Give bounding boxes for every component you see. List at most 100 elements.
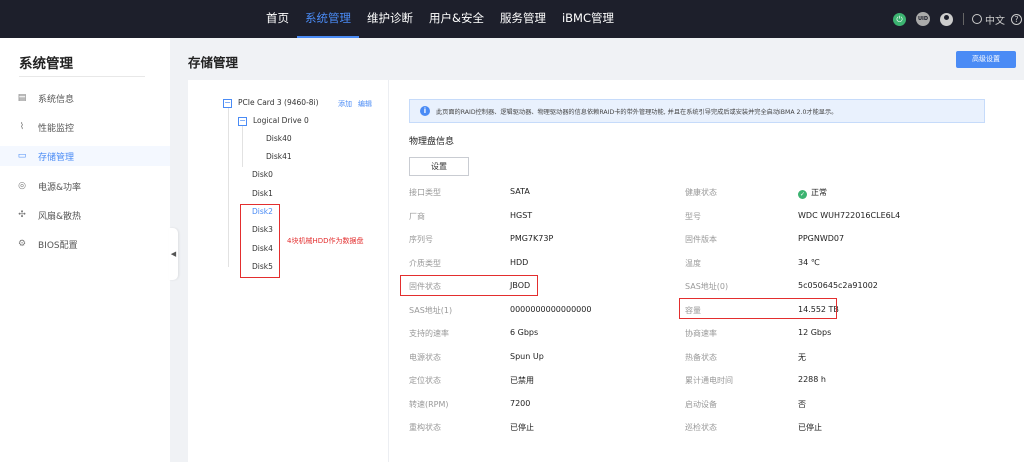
prop-value: 已禁用: [510, 376, 534, 385]
user-icon[interactable]: [940, 12, 953, 26]
prop-value: 34 ℃: [798, 258, 820, 267]
tree-node-logical-drive[interactable]: Logical Drive 0: [253, 116, 309, 125]
sidebar-item-storage[interactable]: ▭ 存储管理: [0, 146, 170, 166]
prop-label: 支持的速率: [409, 329, 449, 338]
top-nav: 首页 系统管理 维护诊断 用户&安全 服务管理 iBMC管理: [258, 0, 622, 38]
tree-node-controller[interactable]: PCIe Card 3 (9460-8i): [238, 98, 319, 107]
prop-label: SAS地址(1): [409, 306, 453, 315]
power-supply-icon: ◎: [18, 181, 26, 191]
sidebar: 系统管理 ▤ 系统信息 ⌇ 性能监控 ▭ 存储管理 ◎ 电源&功率 ✣ 风扇&散…: [0, 38, 170, 462]
nav-ibmc-management[interactable]: iBMC管理: [554, 0, 622, 38]
prop-value: 0000000000000000: [510, 305, 592, 314]
storage-card: − PCIe Card 3 (9460-8i) 添加 编辑 − Logical …: [188, 80, 1024, 462]
prop-value: 7200: [510, 399, 531, 408]
prop-label: 巡检状态: [685, 423, 717, 432]
main-content: 存储管理 高级设置 − PCIe Card 3 (9460-8i) 添加 编辑 …: [178, 38, 1024, 462]
prop-value: 无: [798, 353, 806, 362]
page-title: 存储管理: [188, 55, 239, 70]
sidebar-item-fan[interactable]: ✣ 风扇&散热: [0, 205, 170, 225]
prop-value: 已停止: [510, 423, 534, 432]
prop-label: 温度: [685, 259, 701, 268]
prop-value: SATA: [510, 187, 530, 196]
prop-label: 固件版本: [685, 235, 717, 244]
chevron-left-icon: ◀: [170, 250, 177, 258]
prop-label: SAS地址(0): [685, 282, 729, 291]
prop-value: PPGNWD07: [798, 234, 845, 243]
prop-label: 序列号: [409, 235, 433, 244]
fan-icon: ✣: [18, 210, 26, 220]
section-title: 物理盘信息: [409, 137, 455, 147]
bios-icon: ⚙: [17, 239, 27, 249]
prop-value: HGST: [510, 211, 533, 220]
prop-label: 厂商: [409, 212, 425, 221]
add-link[interactable]: 添加: [338, 99, 352, 109]
sidebar-item-bios[interactable]: ⚙ BIOS配置: [0, 234, 170, 254]
highlight-box-capacity: [679, 298, 837, 319]
prop-value: 已停止: [798, 423, 822, 432]
tree-node-disk[interactable]: Disk40: [266, 134, 292, 143]
tree-connector: [242, 125, 243, 167]
storage-icon: ▭: [17, 151, 27, 161]
prop-label: 定位状态: [409, 376, 441, 385]
tree-node-disk[interactable]: Disk1: [252, 189, 273, 198]
sidebar-item-label: 电源&功率: [38, 182, 82, 193]
sidebar-item-label: 风扇&散热: [38, 211, 82, 222]
prop-value: 12 Gbps: [798, 328, 832, 337]
nav-service-management[interactable]: 服务管理: [492, 0, 554, 38]
panel-divider: [388, 80, 389, 462]
sidebar-item-label: 系统信息: [38, 94, 75, 105]
uid-icon[interactable]: UID: [916, 12, 930, 26]
performance-icon: ⌇: [19, 122, 25, 132]
nav-user-security[interactable]: 用户&安全: [421, 0, 492, 38]
sidebar-item-system-info[interactable]: ▤ 系统信息: [0, 88, 170, 108]
annotation-text: 4块机械HDD作为数据盘: [287, 237, 364, 245]
globe-icon[interactable]: [972, 14, 982, 24]
advanced-settings-button[interactable]: 高级设置: [956, 51, 1016, 68]
edit-link[interactable]: 编辑: [358, 99, 372, 109]
prop-label: 协商速率: [685, 329, 717, 338]
tree-node-disk[interactable]: Disk0: [252, 170, 273, 179]
prop-value: HDD: [510, 258, 529, 267]
prop-value: PMG7K73P: [510, 234, 554, 243]
prop-label: 电源状态: [409, 353, 441, 362]
sidebar-item-label: 存储管理: [38, 152, 75, 163]
collapse-toggle-icon[interactable]: −: [238, 117, 247, 126]
settings-button[interactable]: 设置: [409, 157, 469, 176]
sidebar-item-power[interactable]: ◎ 电源&功率: [0, 176, 170, 196]
info-text: 此页面的RAID控制器、逻辑驱动器、物理驱动器的信息依赖RAID卡的带外管理功能…: [436, 108, 838, 116]
check-circle-icon: ✓: [798, 190, 807, 199]
sidebar-item-label: 性能监控: [38, 123, 75, 134]
nav-home[interactable]: 首页: [258, 0, 297, 38]
prop-value: Spun Up: [510, 352, 544, 361]
highlight-box-firmware-state: [400, 275, 538, 296]
tree-node-disk[interactable]: Disk41: [266, 152, 292, 161]
prop-value: 6 Gbps: [510, 328, 539, 337]
nav-system-management[interactable]: 系统管理: [297, 0, 359, 38]
collapse-toggle-icon[interactable]: −: [223, 99, 232, 108]
info-icon: i: [420, 106, 430, 116]
sidebar-divider: [19, 76, 145, 77]
prop-label: 重构状态: [409, 423, 441, 432]
header-actions: ⏻ UID 中文 ?: [893, 0, 1024, 38]
top-nav-bar: 首页 系统管理 维护诊断 用户&安全 服务管理 iBMC管理 ⏻ UID 中文 …: [0, 0, 1024, 38]
tree-connector: [228, 107, 229, 267]
sidebar-title: 系统管理: [19, 56, 73, 72]
info-banner: i 此页面的RAID控制器、逻辑驱动器、物理驱动器的信息依赖RAID卡的带外管理…: [409, 99, 985, 123]
prop-label: 累计通电时间: [685, 376, 733, 385]
power-icon[interactable]: ⏻: [893, 12, 906, 26]
sidebar-item-performance[interactable]: ⌇ 性能监控: [0, 117, 170, 137]
system-info-icon: ▤: [17, 93, 27, 103]
nav-maintenance[interactable]: 维护诊断: [359, 0, 421, 38]
highlight-box-disks: [240, 204, 280, 278]
prop-value: 否: [798, 400, 806, 409]
prop-label: 介质类型: [409, 259, 441, 268]
prop-value: 正常: [811, 188, 827, 197]
header-divider: [963, 13, 964, 25]
prop-label: 接口类型: [409, 188, 441, 197]
prop-label: 型号: [685, 212, 701, 221]
sidebar-collapse-handle[interactable]: ◀: [169, 228, 178, 280]
sidebar-item-label: BIOS配置: [38, 240, 78, 251]
language-selector[interactable]: 中文: [985, 12, 1005, 27]
help-icon[interactable]: ?: [1011, 13, 1022, 25]
prop-label: 热备状态: [685, 353, 717, 362]
